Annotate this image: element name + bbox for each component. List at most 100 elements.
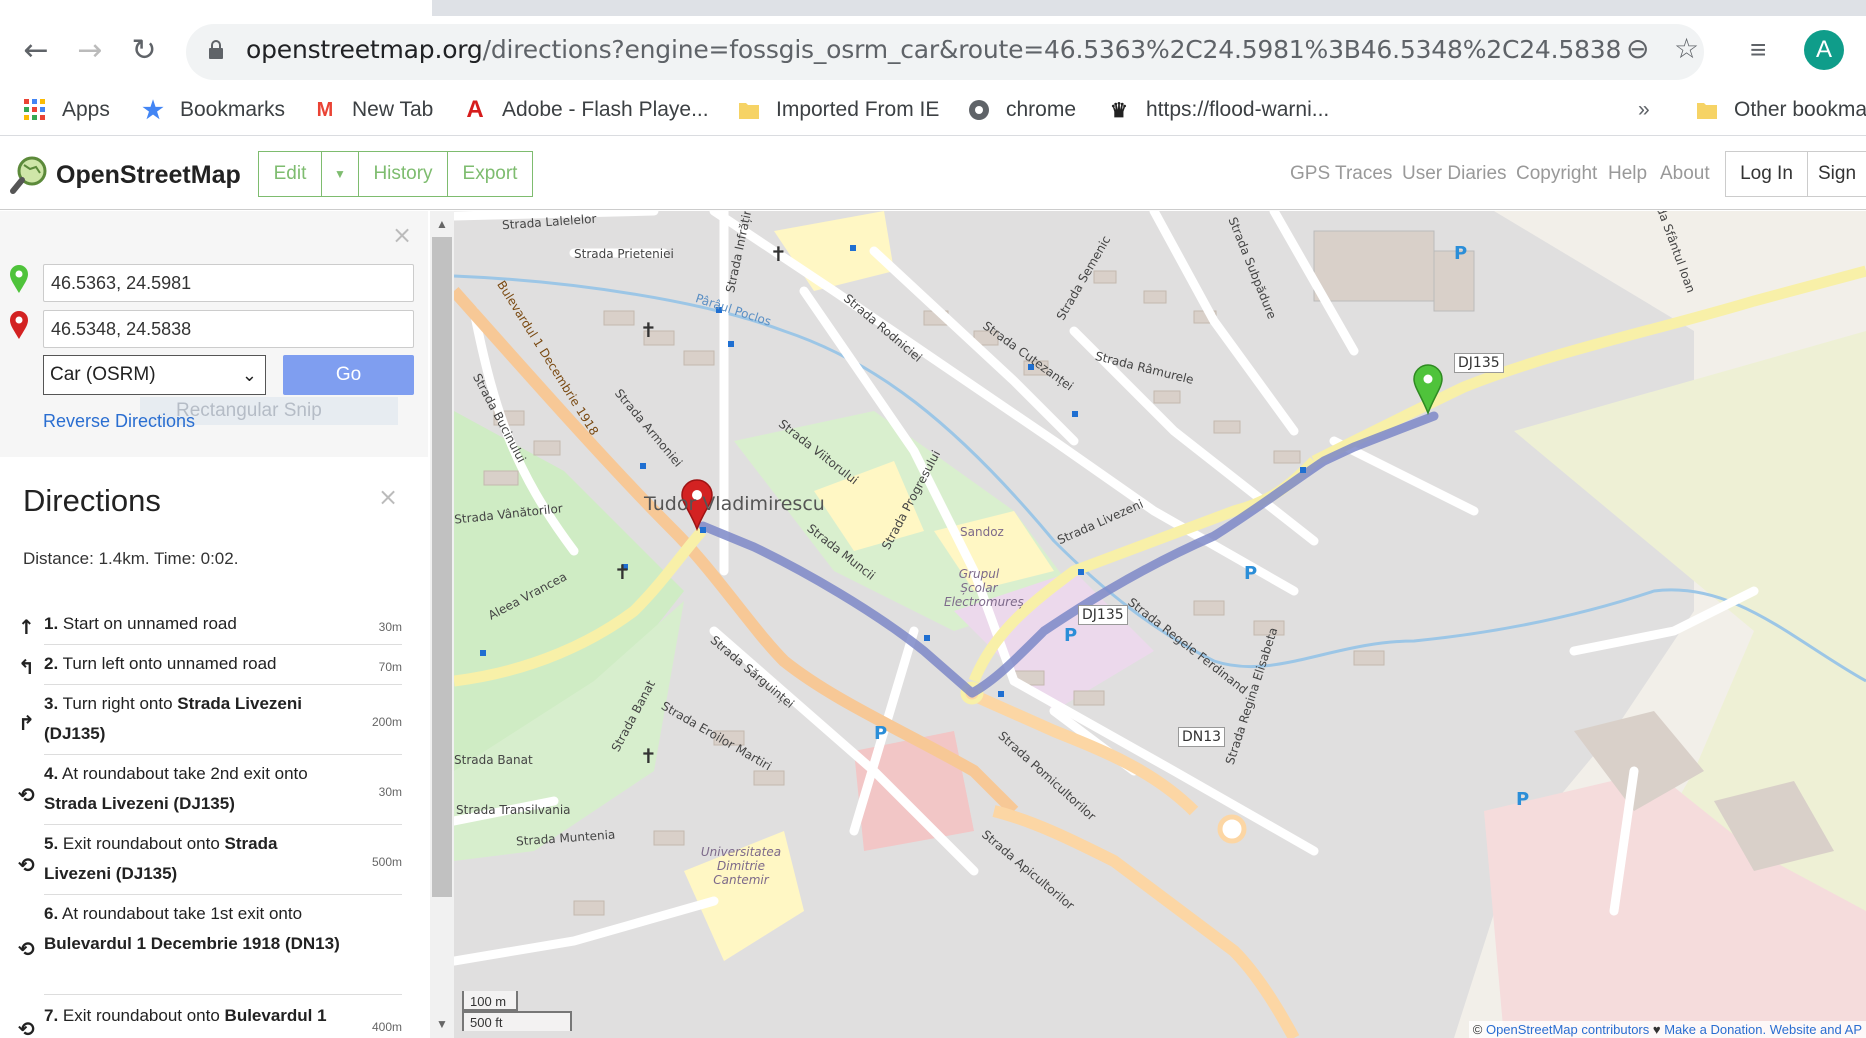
svg-text:✝: ✝ xyxy=(614,560,631,584)
bookmark-new-tab[interactable]: M New Tab xyxy=(312,92,434,128)
end-marker-icon xyxy=(10,311,28,339)
to-input[interactable]: 46.5348, 24.5838 xyxy=(43,310,414,348)
routing-engine-select[interactable]: Car (OSRM) ⌄ xyxy=(43,355,266,395)
bookmark-adobe[interactable]: A Adobe - Flash Playe... xyxy=(462,92,709,128)
forward-arrow-icon[interactable]: → xyxy=(70,30,110,70)
poi-label: Grupul Școlar Electromureș xyxy=(944,567,1024,609)
directions-title: Directions xyxy=(23,483,161,518)
roundabout-icon: ⟲ xyxy=(18,783,35,807)
zoom-icon[interactable]: ⊖ xyxy=(1626,32,1649,65)
sidebar: × 46.5363, 24.5981 46.5348, 24.5838 Car … xyxy=(0,211,430,1038)
globe-icon xyxy=(966,97,992,123)
signup-button[interactable]: Sign xyxy=(1807,151,1866,197)
scroll-down-icon[interactable]: ▼ xyxy=(436,1017,448,1031)
scale-imperial: 500 ft xyxy=(462,1011,572,1031)
bookmarks-overflow-button[interactable]: » xyxy=(1638,92,1650,128)
active-tab[interactable] xyxy=(0,0,432,16)
scrollbar-thumb[interactable] xyxy=(432,237,452,897)
svg-text:P: P xyxy=(1516,789,1529,810)
donate-link[interactable]: Make a Donation xyxy=(1664,1022,1762,1037)
step-distance: 30m xyxy=(378,784,402,799)
scroll-up-icon[interactable]: ▲ xyxy=(436,217,448,231)
bookmark-label: Bookmarks xyxy=(180,98,286,121)
turn-right-icon: ↱ xyxy=(18,711,35,735)
svg-text:P: P xyxy=(1454,243,1467,264)
svg-text:✝: ✝ xyxy=(640,318,657,342)
direction-step[interactable]: 1. Start on unnamed road 30m xyxy=(44,609,402,645)
poi-label: Universitatea Dimitrie Cantemir xyxy=(700,845,782,887)
direction-step[interactable]: 7. Exit roundabout onto Bulevardul 1 400… xyxy=(44,1001,402,1038)
attribution-prefix: © xyxy=(1472,1022,1486,1037)
bookmark-star-icon[interactable]: ☆ xyxy=(1674,32,1699,65)
svg-text:P: P xyxy=(1244,563,1257,584)
login-button[interactable]: Log In xyxy=(1725,151,1808,197)
route-summary: Distance: 1.4km. Time: 0:02. xyxy=(23,549,239,568)
chevron-down-icon: ⌄ xyxy=(241,365,257,385)
step-distance: 400m xyxy=(371,1020,402,1034)
from-input[interactable]: 46.5363, 24.5981 xyxy=(43,264,414,302)
attribution-rest[interactable]: . Website and AP xyxy=(1763,1022,1863,1037)
osm-logo-icon[interactable] xyxy=(10,155,50,195)
direction-step[interactable]: 4. At roundabout take 2nd exit onto Stra… xyxy=(44,759,402,825)
lock-icon xyxy=(209,40,223,59)
osm-title[interactable]: OpenStreetMap xyxy=(56,161,241,190)
street-label: Strada Transilvania xyxy=(456,803,571,817)
nav-help[interactable]: Help xyxy=(1608,163,1647,185)
history-button[interactable]: History xyxy=(358,151,448,197)
bookmark-flood[interactable]: ♛ https://flood-warni... xyxy=(1106,92,1329,128)
url-text: openstreetmap.org/directions?engine=foss… xyxy=(246,35,1622,64)
attribution-osm-link[interactable]: OpenStreetMap contributors xyxy=(1486,1022,1649,1037)
nav-gps-traces[interactable]: GPS Traces xyxy=(1290,163,1392,185)
street-label: Strada Banat xyxy=(454,753,533,767)
map-scale-bar: 100 m 500 ft xyxy=(462,991,572,1035)
back-arrow-icon[interactable]: ← xyxy=(16,30,56,70)
bookmarks-bar: Apps ★ Bookmarks M New Tab A Adobe - Flash … xyxy=(0,84,1866,136)
direction-step[interactable]: 6. At roundabout take 1st exit onto Bule… xyxy=(44,899,402,995)
direction-step[interactable]: 2. Turn left onto unnamed road 70m xyxy=(44,649,402,685)
bookmark-label: New Tab xyxy=(352,98,434,121)
map-canvas[interactable]: ✝ ✝ ✝ ✝ PPPPP Tudor Vladimirescu Strada Lal… xyxy=(454,211,1866,1038)
sidebar-scrollbar[interactable]: ▲ ▼ xyxy=(430,211,454,1038)
nav-user-diaries[interactable]: User Diaries xyxy=(1402,163,1507,185)
tab-strip xyxy=(0,0,1866,16)
close-directions-icon[interactable]: × xyxy=(378,483,398,511)
bookmark-bookmarks[interactable]: ★ Bookmarks xyxy=(140,92,285,128)
svg-text:✝: ✝ xyxy=(640,744,657,768)
nav-copyright[interactable]: Copyright xyxy=(1516,163,1597,185)
map-attribution: © OpenStreetMap contributors ♥ Make a Do… xyxy=(1468,1021,1866,1038)
osm-header: OpenStreetMap Edit ▼ History Export GPS … xyxy=(0,137,1866,210)
reload-icon[interactable]: ↻ xyxy=(124,30,164,70)
bookmark-imported-folder[interactable]: Imported From IE xyxy=(736,92,939,128)
media-control-icon[interactable]: ≡ xyxy=(1750,34,1766,66)
step-distance: 30m xyxy=(378,619,402,634)
bookmark-apps[interactable]: Apps xyxy=(22,92,110,128)
star-icon: ★ xyxy=(142,96,164,124)
edit-button[interactable]: Edit xyxy=(258,151,322,197)
svg-text:P: P xyxy=(1064,625,1077,646)
crown-icon: ♛ xyxy=(1110,99,1128,122)
roundabout-icon: ⟲ xyxy=(18,1017,35,1038)
folder-icon xyxy=(1694,97,1720,123)
poi-label: Sandoz xyxy=(960,525,1004,539)
bookmark-label: Adobe - Flash Playe... xyxy=(502,98,709,121)
bookmark-other-folder[interactable]: Other bookma xyxy=(1694,92,1866,128)
directions-form: × 46.5363, 24.5981 46.5348, 24.5838 Car … xyxy=(0,211,428,457)
direction-step[interactable]: 5. Exit roundabout onto Strada Livezeni … xyxy=(44,829,402,895)
bookmark-chrome[interactable]: chrome xyxy=(966,92,1076,128)
nav-about[interactable]: About xyxy=(1660,163,1710,185)
edit-dropdown-button[interactable]: ▼ xyxy=(321,151,359,197)
export-button[interactable]: Export xyxy=(447,151,533,197)
profile-avatar[interactable]: A xyxy=(1804,30,1844,70)
bookmark-label: chrome xyxy=(1006,98,1077,121)
step-distance: 200m xyxy=(371,714,402,729)
reverse-directions-link[interactable]: Reverse Directions xyxy=(43,411,195,432)
browser-toolbar: ← → ↻ openstreetmap.org/directions?engin… xyxy=(0,16,1866,80)
go-button[interactable]: Go xyxy=(283,355,414,395)
close-form-icon[interactable]: × xyxy=(392,221,412,249)
svg-text:✝: ✝ xyxy=(770,242,787,266)
turn-left-icon: ↰ xyxy=(18,655,35,679)
address-bar[interactable]: openstreetmap.org/directions?engine=foss… xyxy=(186,24,1704,80)
adobe-icon: A xyxy=(466,96,484,123)
bookmark-label: Imported From IE xyxy=(776,98,940,121)
direction-step[interactable]: 3. Turn right onto Strada Livezeni (DJ13… xyxy=(44,689,402,755)
